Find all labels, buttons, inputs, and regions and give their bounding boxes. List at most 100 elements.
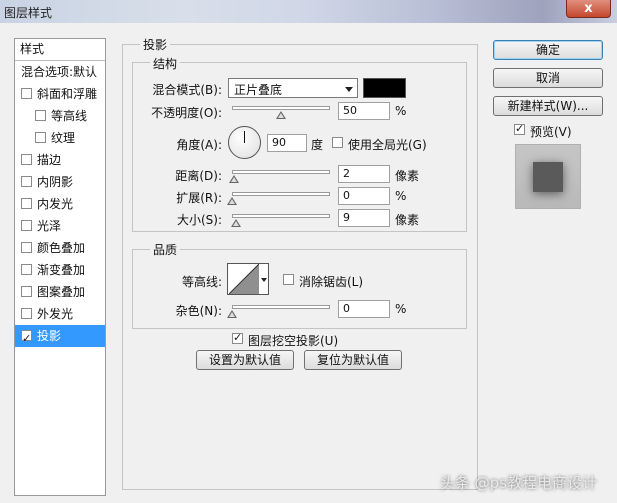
preview-label[interactable]: 预览(V) — [530, 123, 572, 140]
style-checkbox[interactable] — [21, 220, 32, 231]
style-checkbox[interactable] — [35, 132, 46, 143]
angle-label: 角度(A): — [176, 138, 222, 152]
angle-unit: 度 — [311, 138, 324, 152]
angle-dial[interactable] — [228, 126, 261, 159]
noise-slider[interactable] — [232, 305, 330, 309]
style-list-item-label: 内发光 — [37, 197, 74, 211]
style-list-item[interactable]: 颜色叠加 — [15, 237, 105, 259]
blend-mode-select[interactable]: 正片叠底 — [228, 78, 358, 98]
distance-unit: 像素 — [395, 169, 420, 183]
make-default-button[interactable]: 设置为默认值 — [196, 350, 294, 370]
reset-default-button[interactable]: 复位为默认值 — [304, 350, 402, 370]
spread-slider-thumb[interactable] — [227, 197, 237, 205]
cancel-button[interactable]: 取消 — [493, 68, 603, 88]
watermark-text: 头条 @ps教程电商设计 — [440, 474, 598, 492]
preview-shape — [533, 162, 563, 192]
spread-slider[interactable] — [232, 192, 330, 196]
shadow-color-swatch[interactable] — [363, 78, 406, 98]
style-checkbox[interactable] — [21, 176, 32, 187]
style-list-item-label: 纹理 — [51, 131, 76, 145]
knockout-label[interactable]: 图层挖空投影(U) — [248, 332, 338, 349]
style-checkbox[interactable] — [21, 88, 32, 99]
style-list-item-label: 斜面和浮雕 — [37, 87, 98, 101]
preview-thumbnail — [515, 144, 581, 209]
distance-label: 距离(D): — [175, 169, 222, 183]
style-list-item-label: 外发光 — [37, 307, 74, 321]
style-checkbox[interactable] — [21, 328, 32, 350]
angle-input[interactable]: 90 — [267, 134, 307, 152]
style-list-item[interactable]: 内发光 — [15, 193, 105, 215]
style-list-item[interactable]: 投影 — [15, 325, 105, 350]
style-list-item[interactable]: 描边 — [15, 149, 105, 171]
style-checkbox[interactable] — [21, 308, 32, 319]
noise-slider-thumb[interactable] — [227, 310, 237, 318]
style-list-item[interactable]: 等高线 — [15, 105, 105, 127]
close-icon: x — [584, 1, 593, 16]
blend-mode-label: 混合模式(B): — [152, 83, 222, 97]
ok-button[interactable]: 确定 — [493, 40, 603, 60]
opacity-label: 不透明度(O): — [151, 106, 222, 120]
style-list-item-label: 内阴影 — [37, 175, 74, 189]
style-checkbox[interactable] — [21, 264, 32, 275]
noise-label: 杂色(N): — [175, 304, 222, 318]
contour-curve-icon — [229, 264, 259, 294]
style-list-item-label: 光泽 — [37, 219, 62, 233]
preview-checkbox[interactable] — [514, 122, 525, 135]
antialias-label[interactable]: 消除锯齿(L) — [299, 273, 363, 290]
chevron-down-icon — [345, 87, 353, 92]
opacity-slider-thumb[interactable] — [276, 111, 286, 119]
style-checkbox[interactable] — [35, 110, 46, 121]
style-list-item[interactable]: 纹理 — [15, 127, 105, 149]
window-title: 图层样式 — [4, 6, 53, 20]
style-list-item[interactable]: 斜面和浮雕 — [15, 83, 105, 105]
global-light-checkbox[interactable] — [332, 137, 343, 148]
close-button[interactable]: x — [566, 0, 611, 18]
size-unit: 像素 — [395, 213, 420, 227]
contour-dropdown-icon[interactable] — [261, 278, 267, 282]
style-list-item-label: 颜色叠加 — [37, 241, 86, 255]
opacity-slider[interactable] — [232, 106, 330, 110]
spread-input[interactable]: 0 — [338, 187, 390, 205]
style-checkbox[interactable] — [21, 198, 32, 209]
new-style-button[interactable]: 新建样式(W)... — [493, 96, 603, 116]
size-slider-thumb[interactable] — [230, 219, 241, 227]
spread-unit: % — [395, 189, 407, 203]
blend-mode-value: 正片叠底 — [234, 83, 283, 97]
style-list-item-label: 投影 — [37, 329, 62, 343]
style-checkbox[interactable] — [21, 154, 32, 165]
style-checkbox[interactable] — [21, 286, 32, 297]
structure-title: 结构 — [150, 55, 181, 72]
style-list-item[interactable]: 外发光 — [15, 303, 105, 325]
distance-slider-thumb[interactable] — [228, 175, 239, 183]
distance-input[interactable]: 2 — [338, 165, 390, 183]
size-label: 大小(S): — [176, 213, 222, 227]
window-titlebar[interactable]: 图层样式 x — [0, 0, 617, 23]
size-slider[interactable] — [232, 214, 330, 218]
style-list-item-label: 描边 — [37, 153, 62, 167]
opacity-input[interactable]: 50 — [338, 102, 390, 120]
drop-shadow-title: 投影 — [140, 36, 171, 53]
style-list-item-label: 图案叠加 — [37, 285, 86, 299]
style-list: 样式 混合选项:默认斜面和浮雕等高线纹理描边内阴影内发光光泽颜色叠加渐变叠加图案… — [14, 38, 106, 496]
noise-unit: % — [395, 302, 407, 316]
style-list-item-label: 等高线 — [51, 109, 88, 123]
noise-input[interactable]: 0 — [338, 300, 390, 318]
knockout-checkbox[interactable] — [232, 331, 243, 344]
quality-title: 品质 — [150, 241, 181, 258]
contour-label: 等高线: — [181, 275, 222, 289]
distance-slider[interactable] — [232, 170, 330, 174]
style-list-item[interactable]: 图案叠加 — [15, 281, 105, 303]
global-light-label[interactable]: 使用全局光(G) — [348, 136, 427, 153]
spread-label: 扩展(R): — [176, 191, 222, 205]
style-list-item[interactable]: 光泽 — [15, 215, 105, 237]
style-list-item[interactable]: 渐变叠加 — [15, 259, 105, 281]
size-input[interactable]: 9 — [338, 209, 390, 227]
opacity-unit: % — [395, 104, 407, 118]
style-list-item-label: 混合选项:默认 — [21, 65, 98, 79]
style-list-header: 样式 — [15, 39, 105, 61]
style-list-item[interactable]: 内阴影 — [15, 171, 105, 193]
antialias-checkbox[interactable] — [283, 274, 294, 285]
contour-picker[interactable] — [227, 263, 269, 295]
style-list-item[interactable]: 混合选项:默认 — [15, 61, 105, 83]
style-checkbox[interactable] — [21, 242, 32, 253]
